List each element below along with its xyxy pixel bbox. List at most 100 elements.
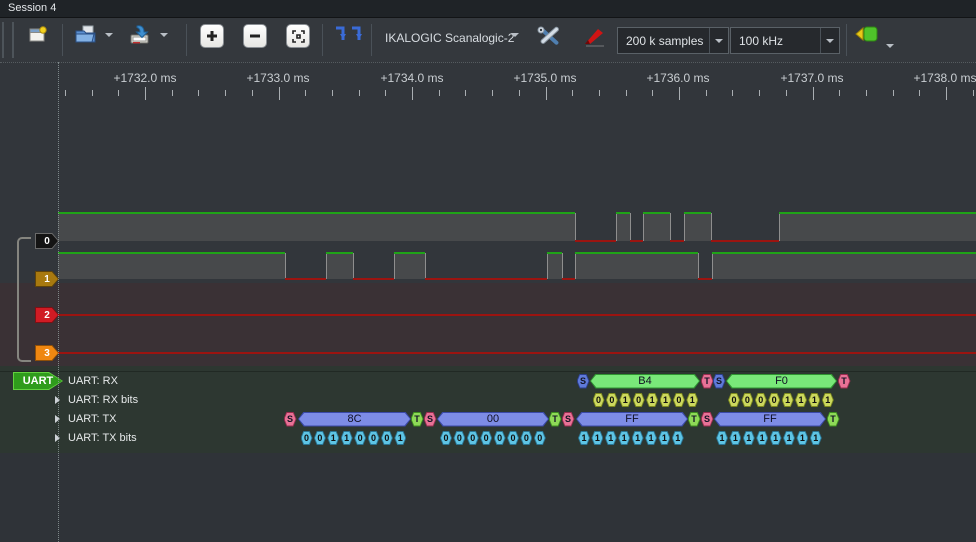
- decoder-row-label[interactable]: UART: RX bits: [68, 394, 138, 406]
- chevron-down-icon: [715, 38, 723, 43]
- uart-bit-value: 1: [579, 432, 589, 444]
- cursor-line[interactable]: [58, 62, 59, 542]
- bottom-band: [0, 453, 976, 542]
- ruler-tick: [358, 90, 360, 96]
- wave-high-fill: [394, 254, 425, 279]
- capture-dropdown[interactable]: [886, 44, 894, 48]
- uart-bit-value: 1: [822, 394, 833, 406]
- uart-byte-frame[interactable]: 00: [437, 411, 549, 427]
- uart-marker-letter: S: [424, 412, 436, 426]
- wave-high-fill: [58, 254, 285, 279]
- ruler-time-label: +1732.0 ms: [113, 71, 177, 85]
- zoom-fit-button[interactable]: [286, 24, 310, 48]
- wave-edge: [643, 213, 644, 241]
- chevron-down-icon: [511, 33, 519, 37]
- uart-marker-letter: T: [827, 412, 839, 426]
- uart-byte-frame[interactable]: 8C: [298, 411, 411, 427]
- ruler-tick: [919, 90, 921, 96]
- channel-tag-label: 1: [36, 272, 58, 286]
- device-settings-button[interactable]: [536, 24, 562, 48]
- toolbar: IKALOGIC Scanalogic-2 200 k samples 100 …: [0, 18, 976, 64]
- uart-marker-letter: S: [713, 374, 725, 388]
- uart-bit-value: 0: [769, 394, 780, 406]
- uart-bit-value: 0: [494, 432, 505, 444]
- ruler-tick: [118, 90, 120, 96]
- ruler-time-label: +1734.0 ms: [380, 71, 444, 85]
- uart-bit-value: 1: [672, 432, 683, 444]
- save-button[interactable]: [128, 24, 153, 46]
- uart-bit-value: 0: [673, 394, 684, 406]
- ruler-tick: [518, 90, 520, 96]
- samples-select[interactable]: 200 k samples: [617, 27, 729, 54]
- save-icon: [128, 24, 153, 46]
- decoder-row-label[interactable]: UART: TX: [68, 413, 117, 425]
- uart-marker-letter: T: [838, 374, 850, 388]
- toolbar-grip-handle[interactable]: [2, 22, 14, 58]
- wave-high-fill: [58, 214, 575, 241]
- samplerate-select[interactable]: 100 kHz: [730, 27, 840, 54]
- ruler-tick: [64, 90, 66, 96]
- trigger-probe-button[interactable]: [582, 24, 608, 48]
- uart-byte-frame[interactable]: F0: [726, 373, 837, 389]
- open-dropdown[interactable]: [105, 33, 113, 37]
- wave-high-fill: [684, 214, 711, 241]
- uart-bit-value: 1: [632, 432, 643, 444]
- timeline-ruler[interactable]: +1732.0 ms +1733.0 ms +1734.0 ms +1735.0 ms…: [0, 62, 976, 101]
- uart-bit-value: 0: [633, 394, 644, 406]
- save-dropdown[interactable]: [160, 33, 168, 37]
- ruler-tick: [785, 90, 787, 96]
- zoom-out-icon: [243, 24, 267, 48]
- uart-bit-value: 0: [593, 394, 604, 406]
- device-select[interactable]: IKALOGIC Scanalogic-2: [385, 31, 514, 45]
- decoder-row-label[interactable]: UART: TX bits: [68, 432, 137, 444]
- wave-segment-ch1: [425, 278, 547, 280]
- chevron-down-icon: [886, 44, 894, 48]
- wave-high-fill: [712, 254, 976, 279]
- uart-bit-value: 1: [646, 432, 656, 444]
- wave-segment-ch0: [711, 240, 779, 242]
- open-button[interactable]: [74, 24, 99, 46]
- wave-segment-ch0: [630, 240, 643, 242]
- ruler-tick: [972, 90, 974, 96]
- ruler-tick: [251, 90, 253, 96]
- ruler-tick: [812, 87, 814, 100]
- wave-segment-ch1: [285, 278, 326, 280]
- wave-high-fill: [547, 254, 562, 279]
- uart-byte-frame[interactable]: FF: [576, 411, 688, 427]
- ruler-tick: [759, 90, 761, 96]
- red-probe-icon: [582, 24, 608, 48]
- wave-segment-ch1: [575, 252, 698, 254]
- uart-marker-letter: T: [688, 412, 700, 426]
- trigger-edge-button[interactable]: [334, 24, 364, 44]
- uart-bit-value: 1: [770, 432, 781, 444]
- uart-bit-value: 1: [797, 432, 808, 444]
- ruler-tick: [331, 90, 333, 96]
- zoom-fit-icon: [286, 24, 310, 48]
- ruler-tick: [91, 90, 93, 96]
- samples-select-arrow: [709, 28, 728, 53]
- device-select-value: IKALOGIC Scanalogic-2: [385, 31, 515, 45]
- decoder-row-label[interactable]: UART: RX: [68, 375, 118, 387]
- uart-bit-value: 1: [810, 432, 821, 444]
- uart-marker-letter: T: [549, 412, 561, 426]
- wave-segment-ch1: [326, 252, 353, 254]
- uart-bit-value: 0: [301, 432, 312, 444]
- wave-segment-ch0: [616, 212, 630, 214]
- uart-byte-frame[interactable]: FF: [714, 411, 826, 427]
- waveform-area[interactable]: [0, 100, 976, 542]
- uart-byte-frame[interactable]: B4: [590, 373, 700, 389]
- ruler-tick: [865, 90, 867, 96]
- zoom-in-button[interactable]: [200, 24, 224, 48]
- uart-marker-letter: S: [562, 412, 574, 426]
- ruler-time-label: +1735.0 ms: [513, 71, 577, 85]
- session-title: Session 4: [8, 2, 57, 14]
- new-session-button[interactable]: [27, 24, 49, 46]
- device-dropdown[interactable]: [511, 33, 519, 37]
- start-capture-button[interactable]: [854, 24, 882, 44]
- uart-bit-value: 0: [368, 432, 379, 444]
- uart-bit-value: 0: [355, 432, 366, 444]
- uart-bit-value: 1: [660, 394, 671, 406]
- ruler-tick: [438, 90, 440, 96]
- zoom-out-button[interactable]: [243, 24, 267, 48]
- wave-edge: [547, 253, 548, 279]
